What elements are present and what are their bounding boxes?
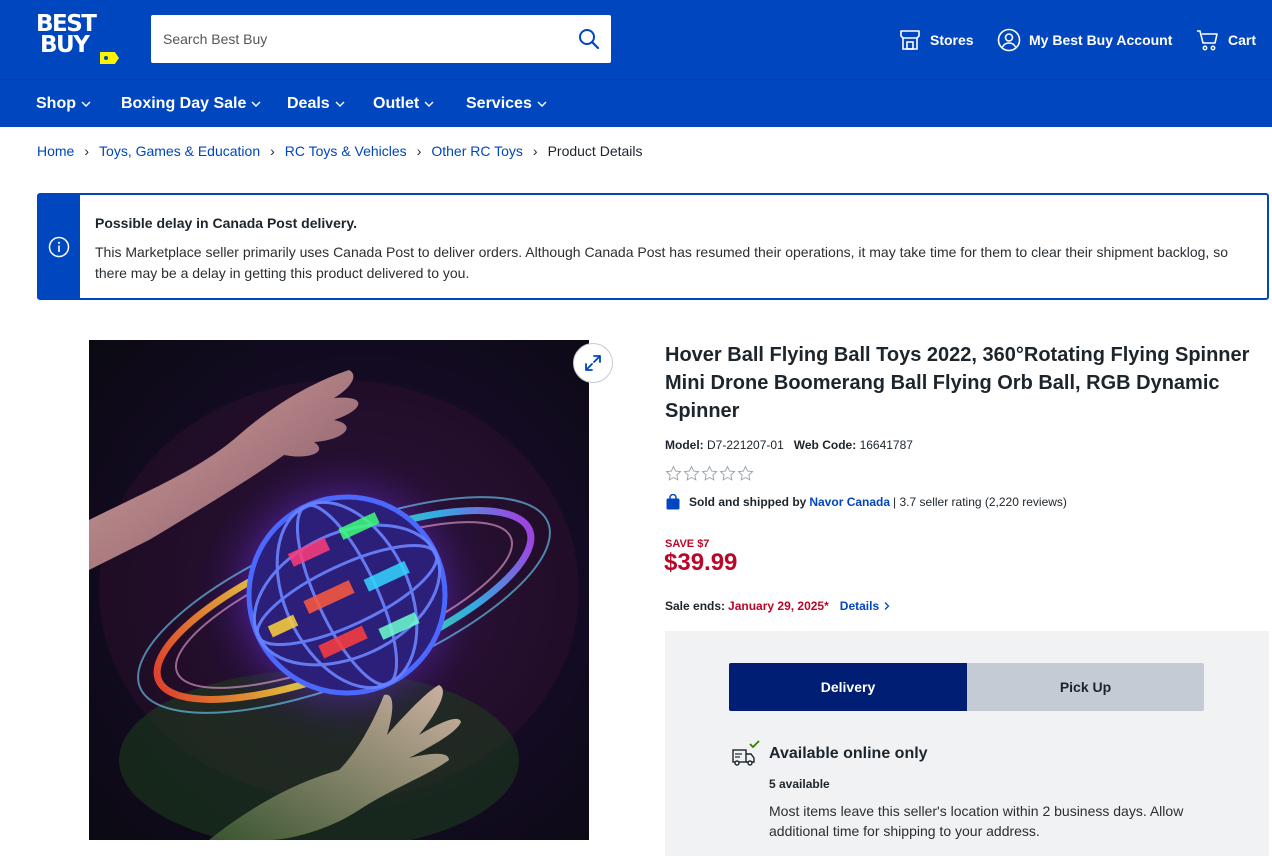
- chevron-right-icon: [884, 602, 890, 610]
- chevron-down-icon: [251, 101, 261, 107]
- price: $39.99: [664, 549, 738, 576]
- available-count: 5 available: [769, 777, 830, 791]
- shipping-note: Most items leave this seller's location …: [769, 803, 1184, 839]
- chevron-down-icon: [335, 101, 345, 107]
- nav-item-deals[interactable]: Deals: [287, 95, 345, 113]
- nav-item-label: Boxing Day Sale: [121, 95, 247, 112]
- expand-icon: [585, 355, 601, 371]
- rating-stars[interactable]: [665, 465, 754, 482]
- alert-body: This Marketplace seller primarily uses C…: [95, 244, 1228, 281]
- chevron-right-icon: ›: [84, 143, 90, 159]
- star-outline-icon: [683, 465, 700, 481]
- tab-pickup[interactable]: Pick Up: [967, 663, 1204, 711]
- account-label: My Best Buy Account: [1029, 32, 1173, 48]
- breadcrumb-other-rc-toys[interactable]: Other RC Toys: [431, 143, 523, 159]
- breadcrumb-rc-toys-vehicles[interactable]: RC Toys & Vehicles: [285, 143, 407, 159]
- product-photo-illustration: [89, 370, 579, 840]
- model-value: D7-221207-01: [707, 438, 784, 452]
- seller-rating: | 3.7 seller rating (2,220 reviews): [893, 495, 1067, 509]
- seller-prefix: Sold and shipped by: [689, 495, 807, 509]
- search-icon[interactable]: [577, 27, 601, 51]
- tab-delivery[interactable]: Delivery: [729, 663, 967, 711]
- nav-item-label: Deals: [287, 95, 330, 112]
- nav-item-outlet[interactable]: Outlet: [373, 95, 434, 113]
- seller-name-link[interactable]: Navor Canada: [809, 495, 890, 509]
- nav-item-boxing-day-sale[interactable]: Boxing Day Sale: [121, 95, 261, 113]
- stores-label: Stores: [930, 32, 974, 48]
- sale-ends-date: January 29, 2025*: [728, 599, 829, 613]
- search-input[interactable]: [151, 15, 561, 63]
- cart-link[interactable]: Cart: [1196, 26, 1256, 54]
- seller-info: Sold and shipped by Navor Canada | 3.7 s…: [665, 494, 1067, 510]
- nav-item-services[interactable]: Services: [466, 95, 547, 113]
- chevron-right-icon: ›: [270, 143, 275, 159]
- nav-item-label: Services: [466, 95, 532, 112]
- breadcrumb: Home › Toys, Games & Education › RC Toys…: [37, 143, 643, 159]
- chevron-right-icon: ›: [532, 143, 538, 159]
- sale-details-link[interactable]: Details: [840, 599, 892, 613]
- webcode-label: Web Code:: [793, 438, 857, 452]
- cart-label: Cart: [1228, 32, 1257, 48]
- chevron-down-icon: [424, 101, 434, 107]
- stores-link[interactable]: Stores: [898, 26, 974, 54]
- star-outline-icon: [665, 465, 682, 481]
- header-bar: BEST BUY Stores My Best Buy Account Cart: [0, 0, 1272, 79]
- info-icon: [48, 236, 70, 258]
- star-outline-icon: [719, 465, 736, 481]
- sale-ends-label: Sale ends:: [665, 599, 726, 613]
- model-label: Model:: [665, 438, 704, 452]
- webcode-value: 16641787: [859, 438, 913, 452]
- breadcrumb-current: Product Details: [547, 143, 643, 159]
- star-outline-icon: [737, 465, 754, 481]
- marketplace-bag-icon: [666, 494, 680, 510]
- availability-title: Available online only: [769, 745, 928, 762]
- breadcrumb-toys-games-education[interactable]: Toys, Games & Education: [99, 143, 260, 159]
- chevron-down-icon: [537, 101, 547, 107]
- delivery-delay-alert: Possible delay in Canada Post delivery. …: [37, 193, 1269, 300]
- product-identifiers: Model: D7-221207-01 Web Code: 16641787: [665, 438, 913, 452]
- nav-item-shop[interactable]: Shop: [36, 95, 91, 113]
- account-icon: [997, 28, 1021, 52]
- shipping-truck-check-icon: [731, 740, 761, 773]
- store-icon: [900, 30, 920, 50]
- star-outline-icon: [701, 465, 718, 481]
- details-label: Details: [839, 599, 880, 613]
- product-image[interactable]: [89, 340, 589, 840]
- chevron-right-icon: ›: [416, 143, 422, 159]
- alert-title: Possible delay in Canada Post delivery.: [95, 215, 357, 231]
- alert-sidebar: [39, 195, 80, 298]
- sale-ends: Sale ends: January 29, 2025* Details: [665, 599, 892, 613]
- search-bar: [151, 15, 611, 63]
- nav-item-label: Outlet: [373, 95, 420, 112]
- product-title: Hover Ball Flying Ball Toys 2022, 360°Ro…: [665, 344, 1250, 422]
- cart-icon: [1197, 30, 1218, 51]
- chevron-down-icon: [81, 101, 91, 107]
- best-buy-logo[interactable]: BEST BUY: [36, 13, 122, 66]
- main-nav: Shop Boxing Day Sale Deals Outlet Servic…: [0, 79, 1272, 127]
- nav-item-label: Shop: [36, 95, 76, 112]
- breadcrumb-home[interactable]: Home: [37, 143, 74, 159]
- account-link[interactable]: My Best Buy Account: [997, 26, 1172, 54]
- expand-image-button[interactable]: [573, 343, 613, 383]
